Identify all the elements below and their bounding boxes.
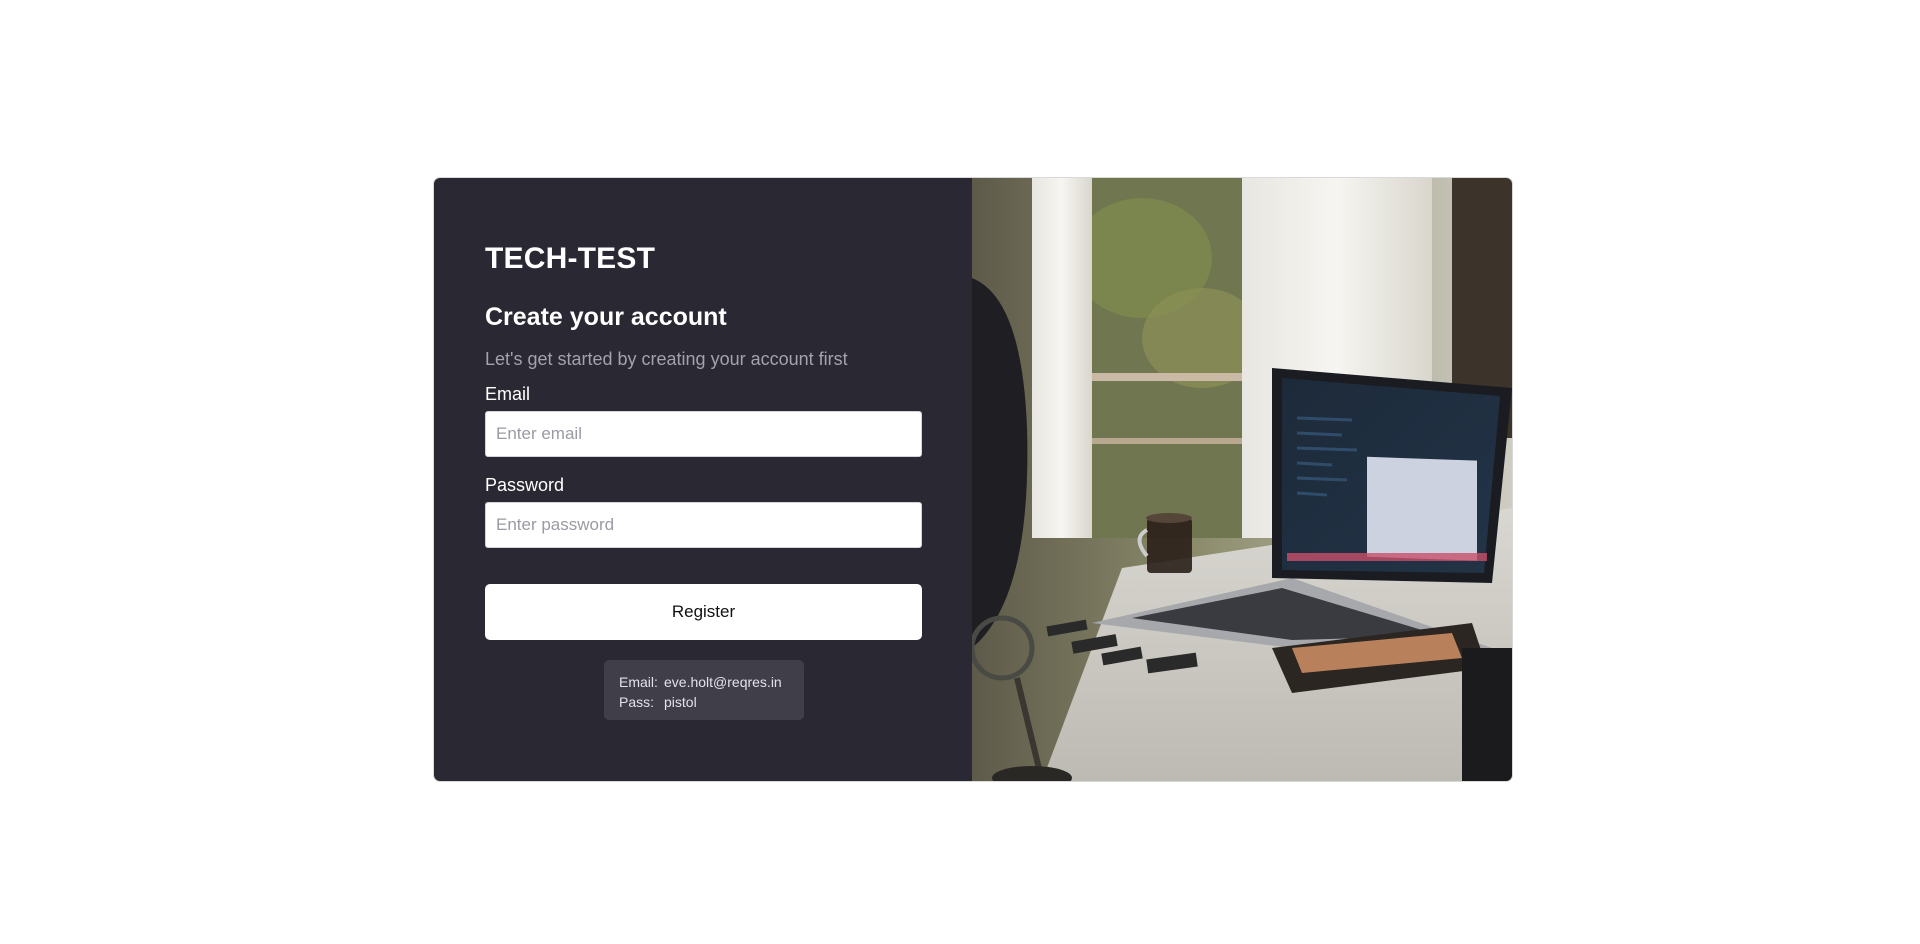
page-title: Create your account (485, 303, 727, 331)
hint-email-key: Email: (619, 674, 658, 690)
page-subtitle: Let's get started by creating your accou… (485, 349, 848, 369)
laptop-desk-photo (972, 178, 1512, 781)
hint-email-row: Email: eve.holt@reqres.in (619, 672, 804, 692)
register-button[interactable]: Register (485, 584, 922, 640)
register-panel: TECH-TEST Create your account Let's get … (434, 178, 972, 781)
hint-pass-key: Pass: (619, 694, 655, 710)
password-label: Password (485, 475, 565, 495)
email-field[interactable] (485, 411, 922, 457)
hint-pass-row: Pass: pistol (619, 692, 804, 712)
hint-email-value: eve.holt@reqres.in (664, 674, 782, 690)
hint-pass-value: pistol (664, 694, 697, 710)
email-label: Email (485, 384, 531, 404)
photo-illustration (972, 178, 1512, 781)
password-field[interactable] (485, 502, 922, 548)
brand-logo-text: TECH-TEST (485, 242, 656, 275)
credentials-hint: Email: eve.holt@reqres.in Pass: pistol (604, 660, 804, 720)
register-card: TECH-TEST Create your account Let's get … (434, 178, 1512, 781)
